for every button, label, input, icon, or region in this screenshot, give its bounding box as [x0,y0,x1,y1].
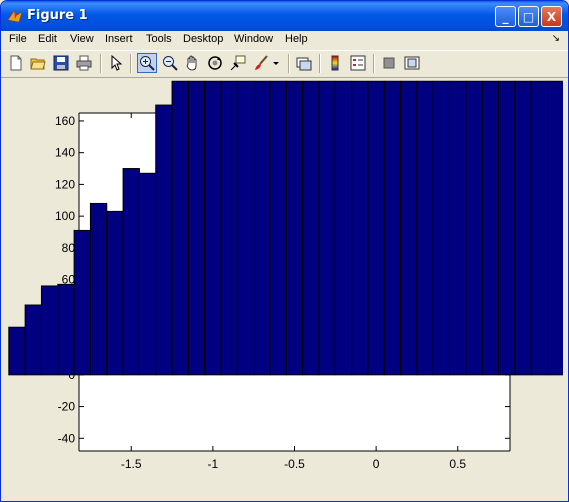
bar [383,80,402,376]
bar [40,285,59,376]
menu-window[interactable]: Window [234,33,273,45]
y-tick-label: 160 [55,114,75,128]
toolbar-separator [288,54,290,73]
figure-window: Figure 1 _ □ X File Edit View Insert Too… [0,0,569,502]
new-figure-icon[interactable] [7,54,25,72]
bar [318,80,336,376]
bar [547,80,563,376]
bar [187,80,206,376]
minimize-button[interactable]: _ [495,6,516,27]
bar [204,80,222,376]
bar [138,172,157,376]
bar [302,80,320,376]
y-tick-label: -20 [58,400,76,414]
zoom-in-icon[interactable] [137,53,157,73]
bar [481,80,500,376]
open-file-icon[interactable] [29,54,47,72]
bar [220,80,238,376]
figure-toolbar [1,50,568,78]
matlab-logo-icon [7,10,23,23]
maximize-button[interactable]: □ [518,6,539,27]
edit-plot-icon[interactable] [107,54,125,72]
data-cursor-icon[interactable] [229,54,247,72]
zoom-out-icon[interactable] [161,54,179,72]
menu-view[interactable]: View [70,33,94,45]
print-icon[interactable] [75,54,93,72]
bar [236,80,255,376]
toolbar-separator [373,54,375,73]
x-tick-label: 0.5 [449,457,466,471]
bar [73,229,91,376]
bar [8,326,26,376]
link-plot-icon[interactable] [295,54,313,72]
close-button[interactable]: X [541,6,562,27]
bar [269,80,287,376]
menu-edit[interactable]: Edit [38,33,57,45]
toolbar-separator [100,54,102,73]
bar [155,104,173,376]
bar [400,80,418,376]
brush-dropdown-arrow-icon[interactable] [271,54,281,72]
bar [106,210,124,376]
bar [89,202,108,376]
y-tick-label: 80 [62,241,76,255]
legend-icon[interactable] [349,54,367,72]
bar [122,168,140,376]
show-plot-tools-icon[interactable] [403,54,421,72]
bar [351,80,369,376]
maximize-icon: □ [522,9,535,24]
minimize-icon: _ [502,9,509,24]
rotate-3d-icon[interactable] [206,54,224,72]
bar [24,304,42,376]
window-title: Figure 1 [27,8,88,23]
bar [334,80,353,376]
x-tick-label: -0.5 [284,457,305,471]
toolbar-separator [319,54,321,73]
y-tick-label: 100 [55,209,75,223]
bar [416,80,434,376]
bar [530,80,549,376]
x-tick-label: 0 [373,457,380,471]
bar [449,80,467,376]
menu-help[interactable]: Help [285,33,308,45]
figure-canvas[interactable]: -1.5-1-0.500.5 -40-200204060801001201401… [6,78,563,498]
bar [514,80,532,376]
bar [465,80,483,376]
save-icon[interactable] [52,54,70,72]
menu-file[interactable]: File [9,33,27,45]
bar [171,80,189,376]
menu-bar: File Edit View Insert Tools Desktop Wind… [1,31,568,49]
bar [285,80,304,376]
x-tick-label: -1 [208,457,219,471]
title-bar[interactable]: Figure 1 _ □ X [1,1,568,31]
brush-icon[interactable] [252,54,270,72]
hide-plot-tools-icon[interactable] [380,54,398,72]
y-tick-label: 120 [55,177,75,191]
bar [367,80,385,376]
y-tick-label: -40 [58,431,76,445]
bar [498,80,516,376]
y-tick-label: 140 [55,146,75,160]
close-icon: X [546,9,557,24]
menu-tools[interactable]: Tools [146,33,172,45]
menubar-dock-arrow-icon[interactable]: ↘ [552,33,560,44]
bar [253,80,271,376]
colorbar-icon[interactable] [326,54,344,72]
pan-icon[interactable] [183,54,201,72]
menu-insert[interactable]: Insert [105,33,133,45]
bar [432,80,451,376]
bar [57,283,75,376]
menu-desktop[interactable]: Desktop [183,33,223,45]
x-tick-label: -1.5 [121,457,142,471]
toolbar-separator [130,54,132,73]
